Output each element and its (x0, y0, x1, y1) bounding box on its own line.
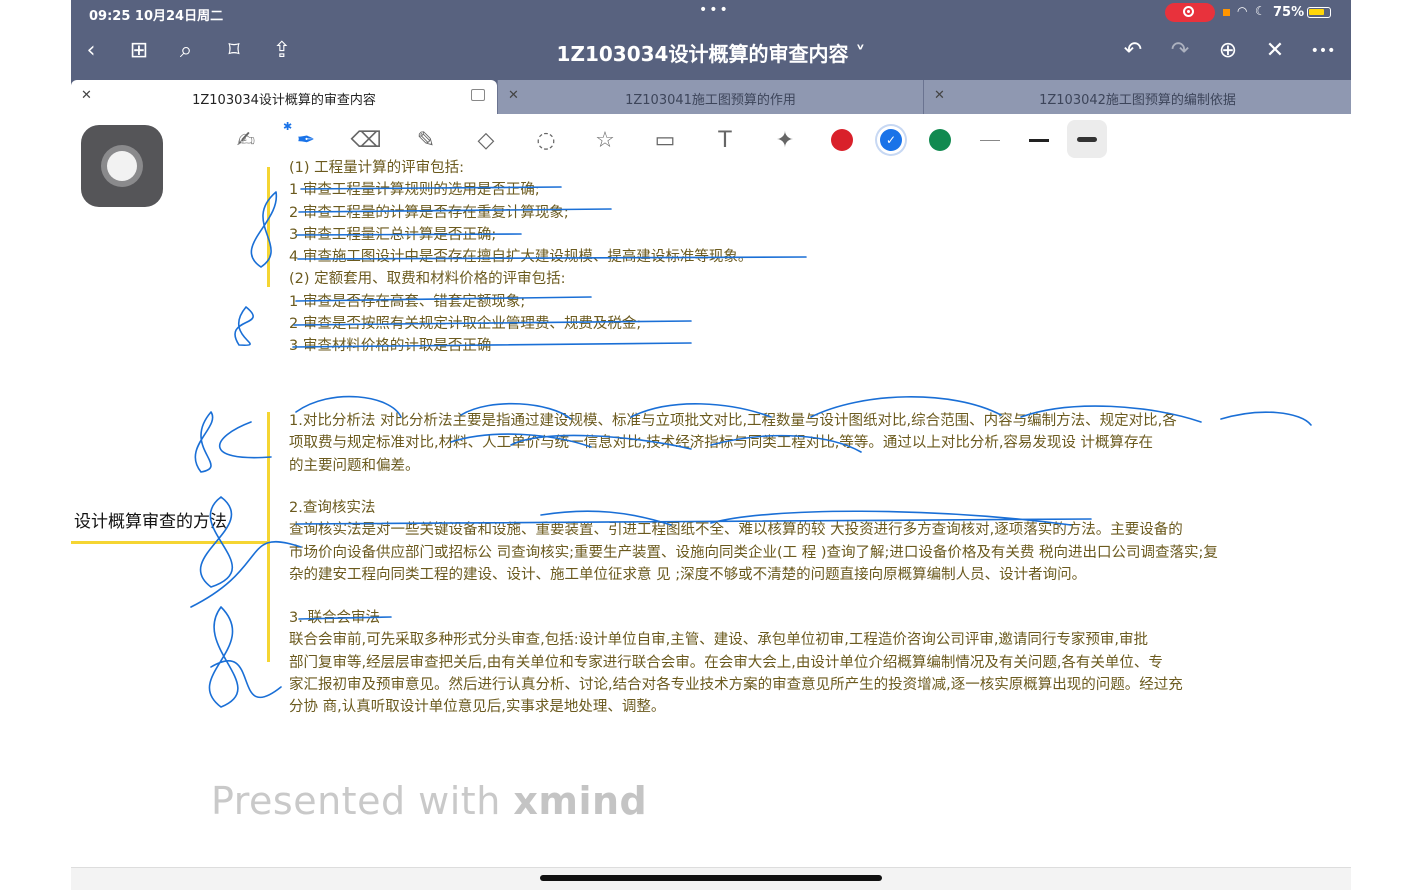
tab-label: 1Z103034设计概算的审查内容 (192, 93, 376, 108)
ink-stroke (296, 186, 807, 260)
mindmap-canvas[interactable]: 设计概算审查的方法 (1) 工程量计算的评审包括: 1 审查工程量计算规则的选用… (71, 160, 1351, 867)
mic-indicator-icon (1223, 9, 1230, 16)
screen-recording-icon[interactable] (1165, 3, 1215, 22)
pen-icon[interactable]: ✒ (289, 124, 323, 158)
lasso-icon[interactable]: ◌ (529, 124, 563, 158)
split-view-icon[interactable] (471, 89, 485, 101)
ink-stroke (208, 606, 282, 708)
highlighter-icon[interactable]: ✎ (409, 124, 443, 158)
laser-pointer-icon[interactable]: ✦ (768, 124, 802, 158)
status-time: 09:25 10月24日周二 (89, 9, 224, 24)
handwriting-zoom-icon[interactable]: ✍ (229, 124, 263, 158)
image-icon[interactable]: ▭ (648, 124, 682, 158)
more-icon[interactable]: ••• (1308, 36, 1338, 66)
top-bar: 09:25 10月24日周二 ••• ◠ ☾ 75% ‹ ⊞ ⌕ ⌑ ⇪ 1Z1… (71, 0, 1351, 80)
ink-stroke (295, 510, 1092, 526)
battery-icon (1307, 7, 1331, 18)
ink-stroke (295, 395, 772, 420)
stroke-thick-selected[interactable] (1067, 120, 1107, 158)
color-red[interactable] (831, 129, 853, 151)
moon-icon: ☾ (1255, 4, 1266, 18)
sticker-icon[interactable]: ☆ (588, 124, 622, 158)
document-title[interactable]: 1Z103034设计概算的审查内容 ˅ (71, 38, 1351, 67)
redo-icon[interactable]: ↷ (1165, 36, 1195, 66)
stroke-thin[interactable] (980, 140, 1000, 141)
ink-stroke (292, 296, 692, 348)
shapes-icon[interactable]: ◇ (469, 124, 503, 158)
left-margin (0, 0, 71, 889)
ink-stroke (250, 191, 277, 268)
stroke-medium[interactable] (1029, 139, 1049, 142)
right-margin (1351, 0, 1422, 889)
close-editing-icon[interactable]: ✕ (1260, 36, 1290, 66)
multitask-dots[interactable]: ••• (699, 2, 730, 18)
ink-stroke (194, 411, 272, 473)
tab-3[interactable]: ✕ 1Z103042施工图预算的编制依据 (923, 80, 1351, 114)
color-blue[interactable]: ✓ (880, 129, 902, 151)
xmind-watermark: Presented with xmind (211, 779, 648, 823)
ink-stroke (234, 306, 254, 347)
color-green[interactable] (929, 129, 951, 151)
ink-stroke (298, 616, 392, 620)
eraser-icon[interactable]: ⌫ (349, 124, 383, 158)
check-icon: ✓ (885, 133, 897, 147)
handwriting-ink-layer (190, 186, 1312, 708)
status-bar: 09:25 10月24日周二 ••• ◠ ☾ 75% (71, 0, 1351, 26)
tab-1[interactable]: ✕ 1Z103034设计概算的审查内容 (71, 80, 497, 114)
home-indicator[interactable] (540, 875, 882, 881)
assistive-touch-button[interactable] (81, 125, 163, 207)
tab-label: 1Z103041施工图预算的作用 (625, 93, 796, 108)
battery-percent: 75% (1273, 5, 1305, 20)
undo-icon[interactable]: ↶ (1118, 36, 1148, 66)
notes-app: 09:25 10月24日周二 ••• ◠ ☾ 75% ‹ ⊞ ⌕ ⌑ ⇪ 1Z1… (71, 0, 1351, 889)
tab-2[interactable]: ✕ 1Z103041施工图预算的作用 (497, 80, 923, 114)
tab-bar: ✕ 1Z103034设计概算的审查内容 ✕ 1Z103041施工图预算的作用 ✕… (71, 80, 1351, 114)
wifi-icon: ◠ (1237, 4, 1248, 18)
add-page-icon[interactable]: ⊕ (1213, 36, 1243, 66)
ink-stroke (190, 496, 302, 608)
text-icon[interactable]: T (708, 124, 742, 158)
xmind-logo-text: xmind (513, 779, 648, 823)
ink-stroke (450, 433, 862, 453)
ink-stroke (810, 396, 1312, 426)
tab-label: 1Z103042施工图预算的编制依据 (1039, 93, 1236, 108)
